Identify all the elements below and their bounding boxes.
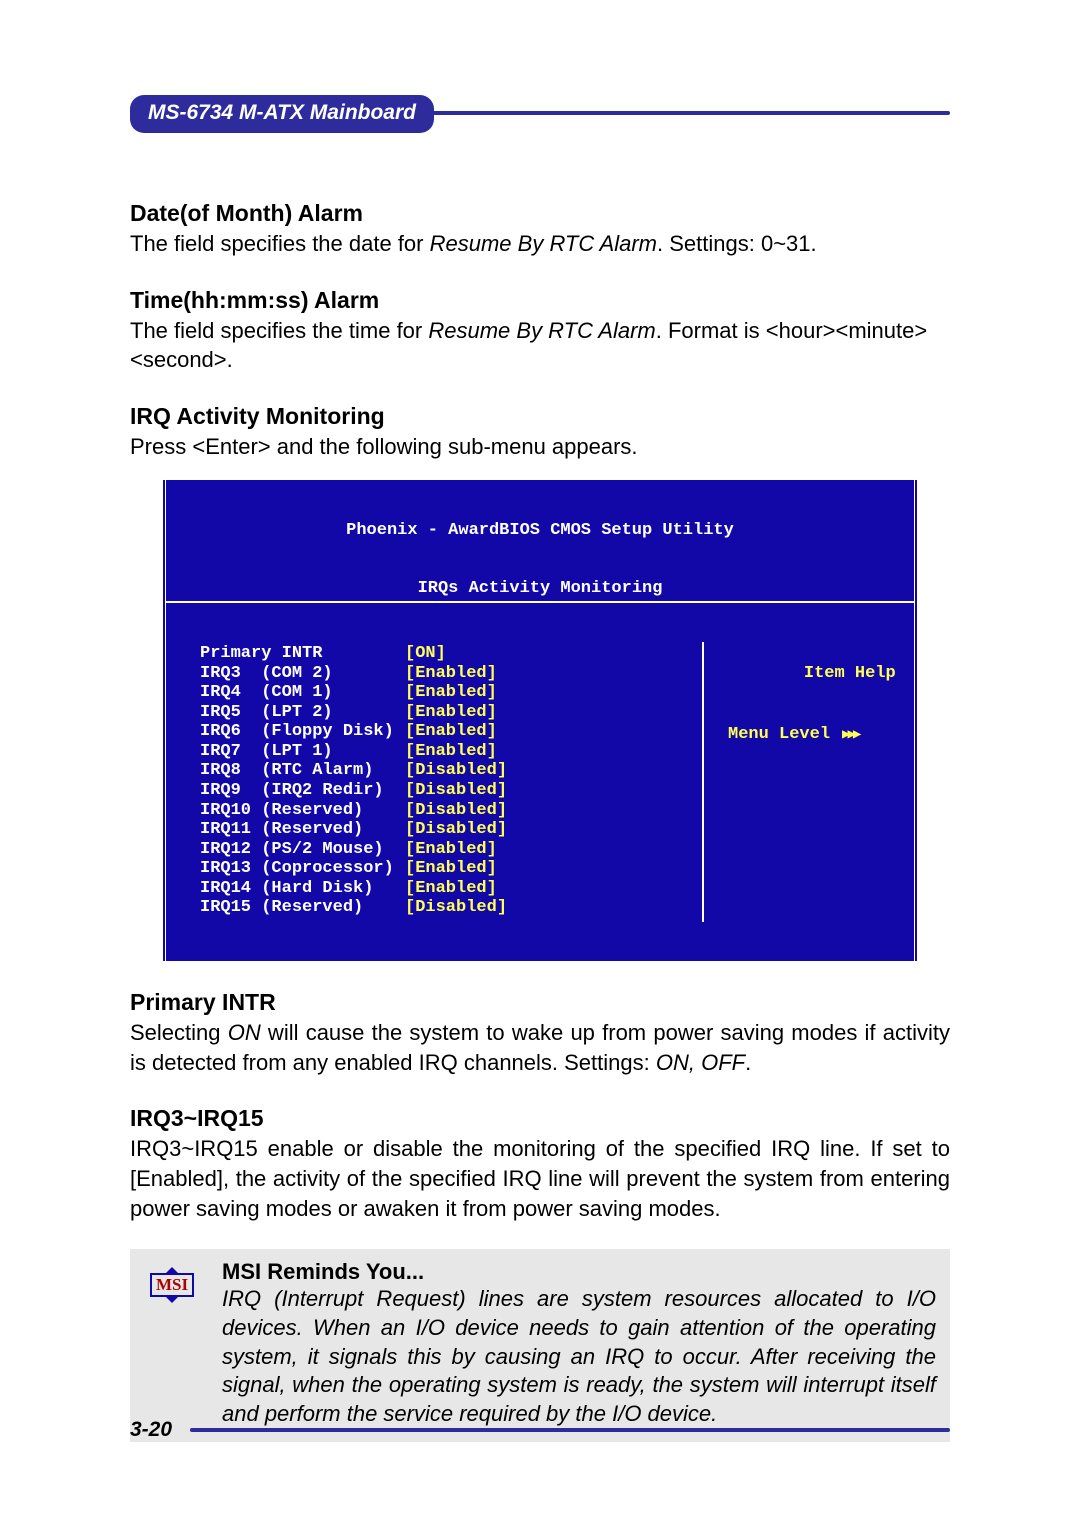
section-title-irq-range: IRQ3~IRQ15 bbox=[130, 1105, 950, 1132]
bios-row-label: IRQ8 (RTC Alarm) bbox=[200, 761, 405, 781]
bios-row: IRQ11 (Reserved)[Disabled] bbox=[200, 820, 702, 840]
bios-row-value: [Disabled] bbox=[405, 781, 507, 800]
bios-row: IRQ14 (Hard Disk)[Enabled] bbox=[200, 879, 702, 899]
bios-row-label: IRQ14 (Hard Disk) bbox=[200, 879, 405, 899]
header-tab: MS-6734 M-ATX Mainboard bbox=[130, 95, 434, 133]
bios-row-value: [Disabled] bbox=[405, 761, 507, 780]
bios-row-value: [Enabled] bbox=[405, 664, 497, 683]
footer-rule bbox=[190, 1428, 950, 1432]
page-footer: 3-20 bbox=[130, 1418, 950, 1442]
bios-row-value: [Enabled] bbox=[405, 859, 497, 878]
bios-row-value: [Disabled] bbox=[405, 801, 507, 820]
bios-help-title: Item Help bbox=[804, 664, 896, 683]
bios-row-value: [Enabled] bbox=[405, 742, 497, 761]
section-text-primary-intr: Selecting ON will cause the system to wa… bbox=[130, 1018, 950, 1077]
section-text-date-alarm: The field specifies the date for Resume … bbox=[130, 229, 950, 259]
section-title-primary-intr: Primary INTR bbox=[130, 989, 950, 1016]
bios-title: Phoenix - AwardBIOS CMOS Setup Utility bbox=[166, 519, 914, 541]
bios-row: IRQ13 (Coprocessor)[Enabled] bbox=[200, 859, 702, 879]
section-text-irq-range: IRQ3~IRQ15 enable or disable the monitor… bbox=[130, 1134, 950, 1223]
bios-help-panel: Item Help Menu Level▶▶▶ bbox=[704, 642, 914, 922]
reminder-box: MSI MSI Reminds You... IRQ (Interrupt Re… bbox=[130, 1249, 950, 1442]
page-number: 3-20 bbox=[130, 1418, 172, 1442]
msi-logo-icon: MSI bbox=[144, 1259, 200, 1428]
bios-settings-list: Primary INTR[ON]IRQ3 (COM 2)[Enabled]IRQ… bbox=[166, 642, 704, 922]
bios-row-label: IRQ9 (IRQ2 Redir) bbox=[200, 781, 405, 801]
bios-row: IRQ3 (COM 2)[Enabled] bbox=[200, 664, 702, 684]
bios-row-value: [Enabled] bbox=[405, 703, 497, 722]
bios-row: IRQ6 (Floppy Disk)[Enabled] bbox=[200, 722, 702, 742]
bios-row-label: IRQ3 (COM 2) bbox=[200, 664, 405, 684]
bios-row-label: IRQ13 (Coprocessor) bbox=[200, 859, 405, 879]
bios-panel: Phoenix - AwardBIOS CMOS Setup Utility I… bbox=[162, 480, 918, 961]
bios-row-label: IRQ12 (PS/2 Mouse) bbox=[200, 840, 405, 860]
bios-row-value: [ON] bbox=[405, 644, 446, 663]
section-title-date-alarm: Date(of Month) Alarm bbox=[130, 200, 950, 227]
page-header: MS-6734 M-ATX Mainboard bbox=[130, 95, 950, 135]
bios-row-label: IRQ6 (Floppy Disk) bbox=[200, 722, 405, 742]
reminder-title: MSI Reminds You... bbox=[222, 1259, 936, 1285]
bios-subtitle: IRQs Activity Monitoring bbox=[166, 579, 914, 603]
bios-row: IRQ5 (LPT 2)[Enabled] bbox=[200, 703, 702, 723]
bios-row: IRQ12 (PS/2 Mouse)[Enabled] bbox=[200, 840, 702, 860]
triangle-icon: ▶▶▶ bbox=[842, 727, 858, 743]
bios-row-label: IRQ5 (LPT 2) bbox=[200, 703, 405, 723]
bios-row: IRQ9 (IRQ2 Redir)[Disabled] bbox=[200, 781, 702, 801]
section-text-time-alarm: The field specifies the time for Resume … bbox=[130, 316, 950, 375]
bios-row-value: [Enabled] bbox=[405, 722, 497, 741]
bios-row-label: IRQ15 (Reserved) bbox=[200, 898, 405, 918]
bios-row-value: [Disabled] bbox=[405, 898, 507, 917]
bios-row: IRQ8 (RTC Alarm)[Disabled] bbox=[200, 761, 702, 781]
bios-row: Primary INTR[ON] bbox=[200, 644, 702, 664]
bios-row: IRQ10 (Reserved)[Disabled] bbox=[200, 801, 702, 821]
bios-row-label: IRQ11 (Reserved) bbox=[200, 820, 405, 840]
section-title-irq-monitoring: IRQ Activity Monitoring bbox=[130, 403, 950, 430]
reminder-text: IRQ (Interrupt Request) lines are system… bbox=[222, 1285, 936, 1428]
bios-row-label: IRQ4 (COM 1) bbox=[200, 683, 405, 703]
bios-menu-level: Menu Level▶▶▶ bbox=[704, 725, 914, 745]
section-title-time-alarm: Time(hh:mm:ss) Alarm bbox=[130, 287, 950, 314]
bios-row-value: [Disabled] bbox=[405, 820, 507, 839]
bios-row: IRQ15 (Reserved)[Disabled] bbox=[200, 898, 702, 918]
bios-row-label: IRQ10 (Reserved) bbox=[200, 801, 405, 821]
bios-row-value: [Enabled] bbox=[405, 683, 497, 702]
bios-row-label: Primary INTR bbox=[200, 644, 405, 664]
section-text-irq-monitoring: Press <Enter> and the following sub-menu… bbox=[130, 432, 950, 462]
bios-row-label: IRQ7 (LPT 1) bbox=[200, 742, 405, 762]
bios-row: IRQ4 (COM 1)[Enabled] bbox=[200, 683, 702, 703]
bios-row-value: [Enabled] bbox=[405, 840, 497, 859]
bios-row-value: [Enabled] bbox=[405, 879, 497, 898]
bios-row: IRQ7 (LPT 1)[Enabled] bbox=[200, 742, 702, 762]
